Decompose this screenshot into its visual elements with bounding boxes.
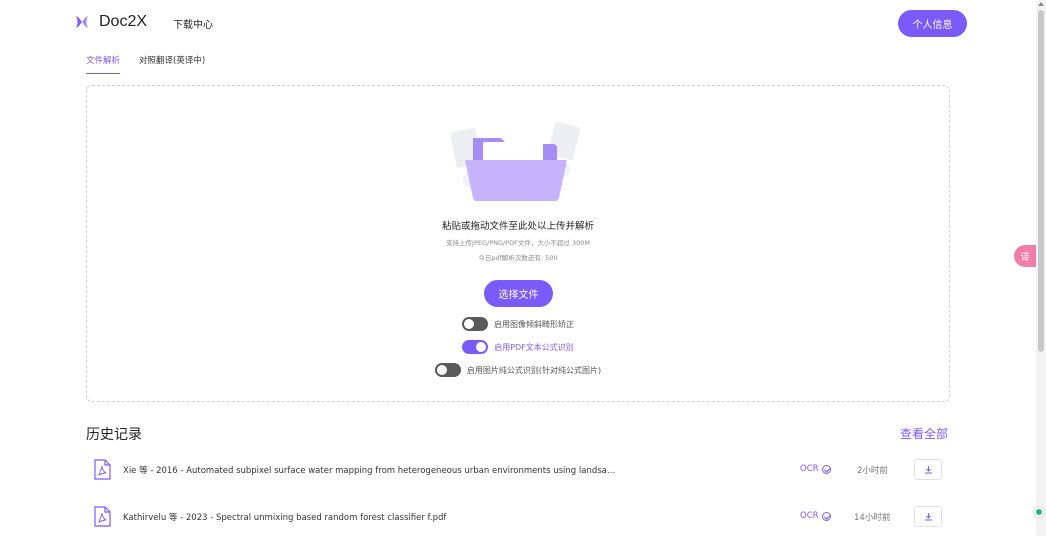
upload-dropzone[interactable]: 粘贴或拖动文件至此处以上传并解析 支持上传JPEG/PNG/PDF文件，大小不超… [86,85,950,402]
download-center-link[interactable]: 下载中心 [173,16,213,31]
history-row[interactable]: Kathirvelu 等 - 2023 - Spectral unmixing … [86,502,950,532]
translate-float-button[interactable]: 译 [1014,245,1036,267]
check-circle-icon [821,464,831,474]
upload-supported-text: 支持上传JPEG/PNG/PDF文件，大小不超过 300M [446,239,590,247]
toggle-knob [464,319,474,329]
scrollbar-thumb[interactable] [1038,10,1044,352]
tab-file-parse[interactable]: 文件解析 [86,54,121,74]
app-name: Doc2X [99,13,148,30]
upload-title: 粘贴或拖动文件至此处以上传并解析 [441,221,594,232]
toggle-knob [476,342,487,352]
history-row[interactable]: Xie 等 - 2016 - Automated subpixel surfac… [86,455,950,485]
pdf-file-icon [94,506,111,527]
download-icon [924,466,932,474]
logo[interactable]: Doc2X [74,13,147,31]
folder-illustration-icon [451,121,581,202]
history-time: 14小时前 [854,513,891,523]
ocr-status-label: OCR [800,511,819,521]
download-button[interactable] [914,459,942,480]
ocr-status: OCR [800,464,831,474]
deskew-toggle[interactable] [462,317,488,331]
toggle-row-image-formula: 启用图片纯公式识别(针对纯公式图片) [87,363,949,377]
toggle-knob [436,365,447,375]
tab-translation[interactable]: 对照翻译(英译中) [139,54,205,74]
pdf-formula-toggle[interactable] [462,340,489,354]
profile-button[interactable]: 个人信息 [898,10,967,37]
download-button[interactable] [914,506,942,527]
pdf-file-icon [94,459,111,480]
image-formula-toggle[interactable] [434,363,461,377]
scroll-up-arrow-icon[interactable] [1038,2,1044,6]
deskew-toggle-label: 启用图像倾斜畸形矫正 [494,319,574,329]
translate-icon: 译 [1020,252,1030,263]
history-file-name[interactable]: Xie 等 - 2016 - Automated subpixel surfac… [123,464,683,476]
toggle-row-deskew: 启用图像倾斜畸形矫正 [87,317,949,331]
history-file-name[interactable]: Kathirvelu 等 - 2023 - Spectral unmixing … [123,511,683,523]
online-status-indicator[interactable] [1033,506,1045,518]
ocr-status: OCR [800,511,831,521]
choose-file-button[interactable]: 选择文件 [484,280,553,307]
upload-quota-text: 今日pdf解析次数还有: 500 [478,254,558,262]
check-circle-icon [821,511,831,521]
toggle-row-pdf-formula: 启用PDF文本公式识别 [87,340,949,354]
download-icon [924,513,932,521]
history-time: 2小时前 [857,466,888,476]
image-formula-toggle-label: 启用图片纯公式识别(针对纯公式图片) [466,365,602,375]
header: Doc2X 下载中心 个人信息 [0,0,1046,48]
view-all-link[interactable]: 查看全部 [900,425,948,442]
history-title: 历史记录 [86,427,142,443]
online-dot-icon [1036,509,1042,515]
pdf-formula-toggle-label: 启用PDF文本公式识别 [494,342,574,352]
tab-bar: 文件解析 对照翻译(英译中) [86,54,224,74]
ocr-status-label: OCR [800,464,819,474]
doc2x-logo-icon [76,16,88,28]
